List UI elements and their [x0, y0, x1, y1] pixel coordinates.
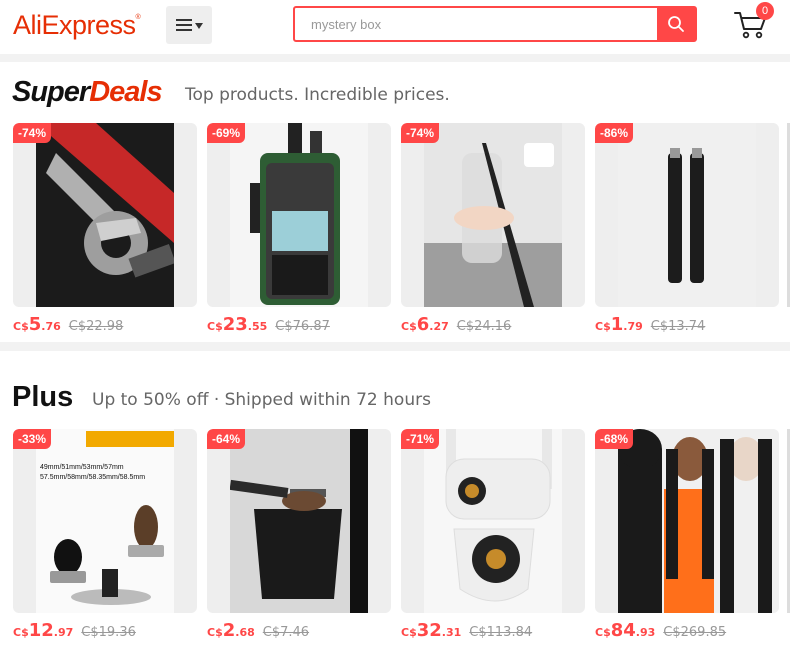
original-price: C$22.98 [68, 319, 124, 334]
caret-down-icon [195, 23, 203, 29]
original-price: C$76.87 [275, 319, 330, 334]
product-card[interactable]: -74% [13, 123, 197, 307]
product-card[interactable]: -68% [595, 429, 779, 613]
product-price: C$12.97 C$19.36 [13, 620, 136, 641]
product-card[interactable]: -64% [207, 429, 391, 613]
product-image [36, 123, 174, 307]
original-price: C$7.46 [262, 625, 310, 640]
product-price: C$1.79 C$13.74 [595, 314, 706, 335]
cart-count-badge: 0 [756, 2, 774, 20]
plus-subtitle: Up to 50% off · Shipped within 72 hours [92, 390, 431, 410]
super-deals-section: SuperDeals Top products. Incredible pric… [0, 62, 790, 342]
discount-badge: -64% [207, 429, 246, 449]
search-bar [293, 6, 697, 42]
original-price: C$269.85 [663, 625, 727, 640]
plus-title[interactable]: Plus [12, 381, 73, 414]
super-deals-subtitle: Top products. Incredible prices. [185, 85, 450, 105]
product-price: C$84.93 C$269.85 [595, 620, 727, 641]
original-price: C$113.84 [469, 625, 533, 640]
original-price: C$13.74 [650, 319, 706, 334]
search-icon [668, 16, 684, 32]
category-menu-button[interactable] [166, 6, 212, 44]
top-header: AliExpress® 0 [0, 0, 790, 54]
search-input[interactable] [295, 8, 657, 40]
discount-badge: -86% [595, 123, 634, 143]
logo-text: AliExpress [13, 10, 136, 40]
original-price: C$19.36 [81, 625, 136, 640]
discount-badge: -68% [595, 429, 634, 449]
product-price: C$5.76 C$22.98 [13, 314, 124, 335]
title-part-super: Super [12, 76, 90, 108]
product-price: C$2.68 C$7.46 [207, 620, 310, 641]
product-image [424, 429, 562, 613]
product-image: 49mm/51mm/53mm/57mm 57.5mm/58mm/58.35mm/… [36, 429, 174, 613]
title-part-deals: Deals [89, 76, 162, 108]
discount-badge: -69% [207, 123, 246, 143]
product-image [424, 123, 562, 307]
product-card[interactable]: -86% [595, 123, 779, 307]
discount-badge: -74% [401, 123, 440, 143]
discount-badge: -74% [13, 123, 52, 143]
product-image [230, 429, 368, 613]
super-deals-title[interactable]: SuperDeals [12, 76, 163, 109]
image-caption-1: 49mm/51mm/53mm/57mm [40, 464, 124, 471]
image-caption-2: 57.5mm/58mm/58.35mm/58.5mm [40, 474, 145, 481]
product-image [618, 123, 756, 307]
product-price: C$32.31 C$113.84 [401, 620, 533, 641]
original-price: C$24.16 [456, 319, 512, 334]
plus-section: Plus Up to 50% off · Shipped within 72 h… [0, 351, 790, 648]
product-card[interactable]: -74% [401, 123, 585, 307]
product-image [618, 429, 779, 613]
product-card[interactable]: -69% [207, 123, 391, 307]
hamburger-icon [176, 19, 192, 31]
discount-badge: -71% [401, 429, 440, 449]
product-card[interactable]: -71% [401, 429, 585, 613]
product-card[interactable]: -33% 49mm/51mm/53mm/57mm 57.5mm/58mm/58.… [13, 429, 197, 613]
search-button[interactable] [657, 8, 695, 40]
product-image [230, 123, 368, 307]
product-price: C$23.55 C$76.87 [207, 314, 330, 335]
discount-badge: -33% [13, 429, 52, 449]
aliexpress-logo[interactable]: AliExpress® [13, 10, 141, 41]
product-price: C$6.27 C$24.16 [401, 314, 512, 335]
